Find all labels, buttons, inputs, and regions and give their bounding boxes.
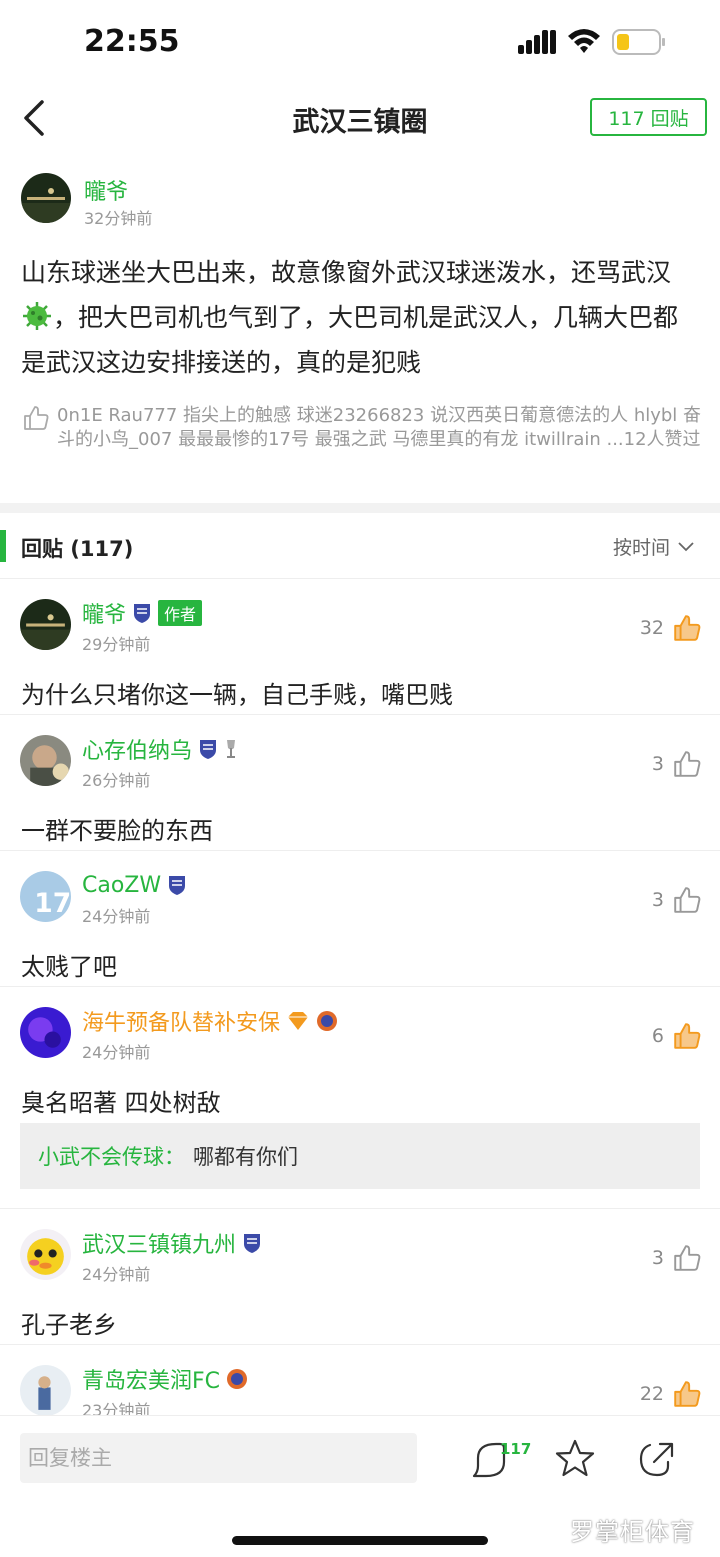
reply-name-row: 心存伯纳乌 bbox=[82, 733, 238, 765]
quote-username[interactable]: 小武不会传球： bbox=[38, 1141, 185, 1171]
like-count: 3 bbox=[651, 889, 664, 911]
wifi-icon bbox=[568, 29, 600, 53]
quoted-reply[interactable]: 小武不会传球： 哪都有你们 bbox=[20, 1123, 700, 1189]
virus-emoji-icon bbox=[23, 302, 51, 330]
reply-item: 武汉三镇镇九州 24分钟前 3 孔子老乡 bbox=[0, 1209, 720, 1345]
reply-time: 24分钟前 bbox=[82, 1043, 151, 1062]
like-button[interactable]: 6 bbox=[652, 1021, 702, 1051]
reply-time: 24分钟前 bbox=[82, 907, 151, 926]
author-tag: 作者 bbox=[158, 600, 203, 626]
replies-title: 回贴 (117) bbox=[21, 537, 134, 561]
star-icon[interactable] bbox=[555, 1438, 595, 1478]
reply-item: 17 CaoZW 24分钟前 3 太贱了吧 bbox=[0, 851, 720, 987]
thumbs-up-icon bbox=[674, 887, 701, 913]
reply-username[interactable]: 海牛预备队替补安保 bbox=[82, 1005, 280, 1037]
sort-label: 按时间 bbox=[612, 537, 670, 559]
svg-text:17: 17 bbox=[34, 888, 71, 919]
likers-text: 0n1E Rau777 指尖上的触感 球迷23266823 说汉西英日葡意德法的… bbox=[57, 405, 702, 450]
reply-item: 心存伯纳乌 26分钟前 3 一群不要脸的东西 bbox=[0, 715, 720, 851]
reply-username[interactable]: 青岛宏美润FC bbox=[82, 1363, 220, 1395]
club-badge-icon bbox=[227, 1369, 248, 1389]
replies-header: 回贴 (117) 按时间 bbox=[0, 513, 720, 579]
avatar[interactable] bbox=[20, 1007, 71, 1058]
like-count: 32 bbox=[639, 617, 664, 639]
reply-count-button[interactable]: 117 回贴 bbox=[590, 98, 707, 136]
avatar[interactable] bbox=[20, 1365, 71, 1415]
divider bbox=[0, 503, 720, 513]
thumbs-up-icon bbox=[674, 751, 701, 777]
sort-dropdown[interactable]: 按时间 bbox=[613, 533, 694, 560]
reply-name-row: 青岛宏美润FC bbox=[82, 1363, 248, 1395]
like-button[interactable]: 3 bbox=[652, 1243, 702, 1273]
reply-username[interactable]: CaoZW bbox=[82, 873, 161, 898]
home-indicator[interactable] bbox=[232, 1536, 488, 1545]
status-time: 22:55 bbox=[84, 24, 180, 59]
avatar[interactable] bbox=[21, 173, 71, 223]
thumbs-up-icon bbox=[24, 406, 49, 430]
trophy-icon bbox=[227, 740, 236, 758]
reply-text: 臭名昭著 四处树敌 bbox=[21, 1089, 221, 1117]
post-body: 山东球迷坐大巴出来，故意像窗外武汉球迷泼水，还骂武汉 ，把大巴司机也气到了，大巴… bbox=[21, 250, 701, 385]
post-body-part1: 山东球迷坐大巴出来，故意像窗外武汉球迷泼水，还骂武汉 bbox=[21, 258, 672, 287]
like-count: 6 bbox=[651, 1025, 664, 1047]
like-button[interactable]: 32 bbox=[640, 613, 702, 643]
nav-bar: 武汉三镇圈 117 回贴 bbox=[0, 86, 720, 150]
reply-item: 海牛预备队替补安保 24分钟前 6 臭名昭著 四处树敌 小武不会传球： 哪都有你… bbox=[0, 987, 720, 1209]
thumbs-up-icon bbox=[674, 1023, 701, 1049]
reply-time: 23分钟前 bbox=[82, 1401, 151, 1415]
bottom-bar: 117 罗掌柜体育 bbox=[0, 1415, 720, 1557]
like-button[interactable]: 3 bbox=[652, 749, 702, 779]
club-badge-icon bbox=[134, 604, 151, 623]
post-body-part2: ，把大巴司机也气到了，大巴司机是武汉人，几辆大巴都是武汉这边安排接送的，真的是犯… bbox=[21, 303, 679, 377]
reply-text: 孔子老乡 bbox=[21, 1311, 117, 1339]
thumbs-up-icon bbox=[674, 615, 701, 641]
comment-count-badge: 117 bbox=[500, 1440, 532, 1458]
reply-time: 29分钟前 bbox=[82, 635, 151, 654]
thumbs-up-icon bbox=[674, 1381, 701, 1407]
reply-item: 青岛宏美润FC 23分钟前 22 bbox=[0, 1345, 720, 1415]
vip-diamond-icon bbox=[288, 1012, 309, 1030]
status-bar: 22:55 bbox=[0, 0, 720, 86]
thumbs-up-icon bbox=[674, 1245, 701, 1271]
club-badge-icon bbox=[317, 1011, 338, 1031]
like-button[interactable]: 3 bbox=[652, 885, 702, 915]
like-count: 3 bbox=[651, 753, 664, 775]
reply-time: 26分钟前 bbox=[82, 771, 151, 790]
avatar[interactable] bbox=[20, 599, 71, 650]
like-button[interactable]: 22 bbox=[640, 1379, 702, 1409]
reply-name-row: CaoZW bbox=[82, 871, 187, 899]
reply-username[interactable]: 武汉三镇镇九州 bbox=[82, 1227, 236, 1259]
post-username[interactable]: 曨爷 bbox=[84, 174, 128, 206]
club-badge-icon bbox=[244, 1234, 261, 1253]
avatar[interactable]: 17 bbox=[20, 871, 71, 922]
reply-name-row: 曨爷 作者 bbox=[82, 597, 203, 629]
quote-text: 哪都有你们 bbox=[193, 1145, 298, 1169]
club-badge-icon bbox=[200, 740, 217, 759]
like-count: 3 bbox=[651, 1247, 664, 1269]
share-icon[interactable] bbox=[638, 1440, 676, 1478]
reply-text: 太贱了吧 bbox=[21, 953, 117, 981]
reply-username[interactable]: 曨爷 bbox=[82, 597, 126, 629]
reply-item: 曨爷 作者 29分钟前 32 为什么只堵你这一辆，自己手贱，嘴巴贱 bbox=[0, 579, 720, 715]
like-count: 22 bbox=[639, 1383, 664, 1405]
cellular-signal-icon bbox=[518, 30, 556, 54]
avatar[interactable] bbox=[20, 735, 71, 786]
post-time: 32分钟前 bbox=[84, 209, 153, 228]
section-accent-bar bbox=[0, 530, 6, 562]
reply-username[interactable]: 心存伯纳乌 bbox=[82, 733, 192, 765]
battery-icon bbox=[612, 29, 665, 55]
reply-text: 为什么只堵你这一辆，自己手贱，嘴巴贱 bbox=[21, 681, 453, 709]
reply-time: 24分钟前 bbox=[82, 1265, 151, 1284]
club-badge-icon bbox=[169, 876, 186, 895]
avatar[interactable] bbox=[20, 1229, 71, 1280]
reply-input[interactable] bbox=[20, 1433, 417, 1483]
reply-name-row: 海牛预备队替补安保 bbox=[82, 1005, 338, 1037]
watermark: 罗掌柜体育 bbox=[570, 1518, 695, 1546]
reply-name-row: 武汉三镇镇九州 bbox=[82, 1227, 262, 1259]
chevron-down-icon bbox=[678, 541, 694, 551]
reply-text: 一群不要脸的东西 bbox=[21, 817, 213, 845]
